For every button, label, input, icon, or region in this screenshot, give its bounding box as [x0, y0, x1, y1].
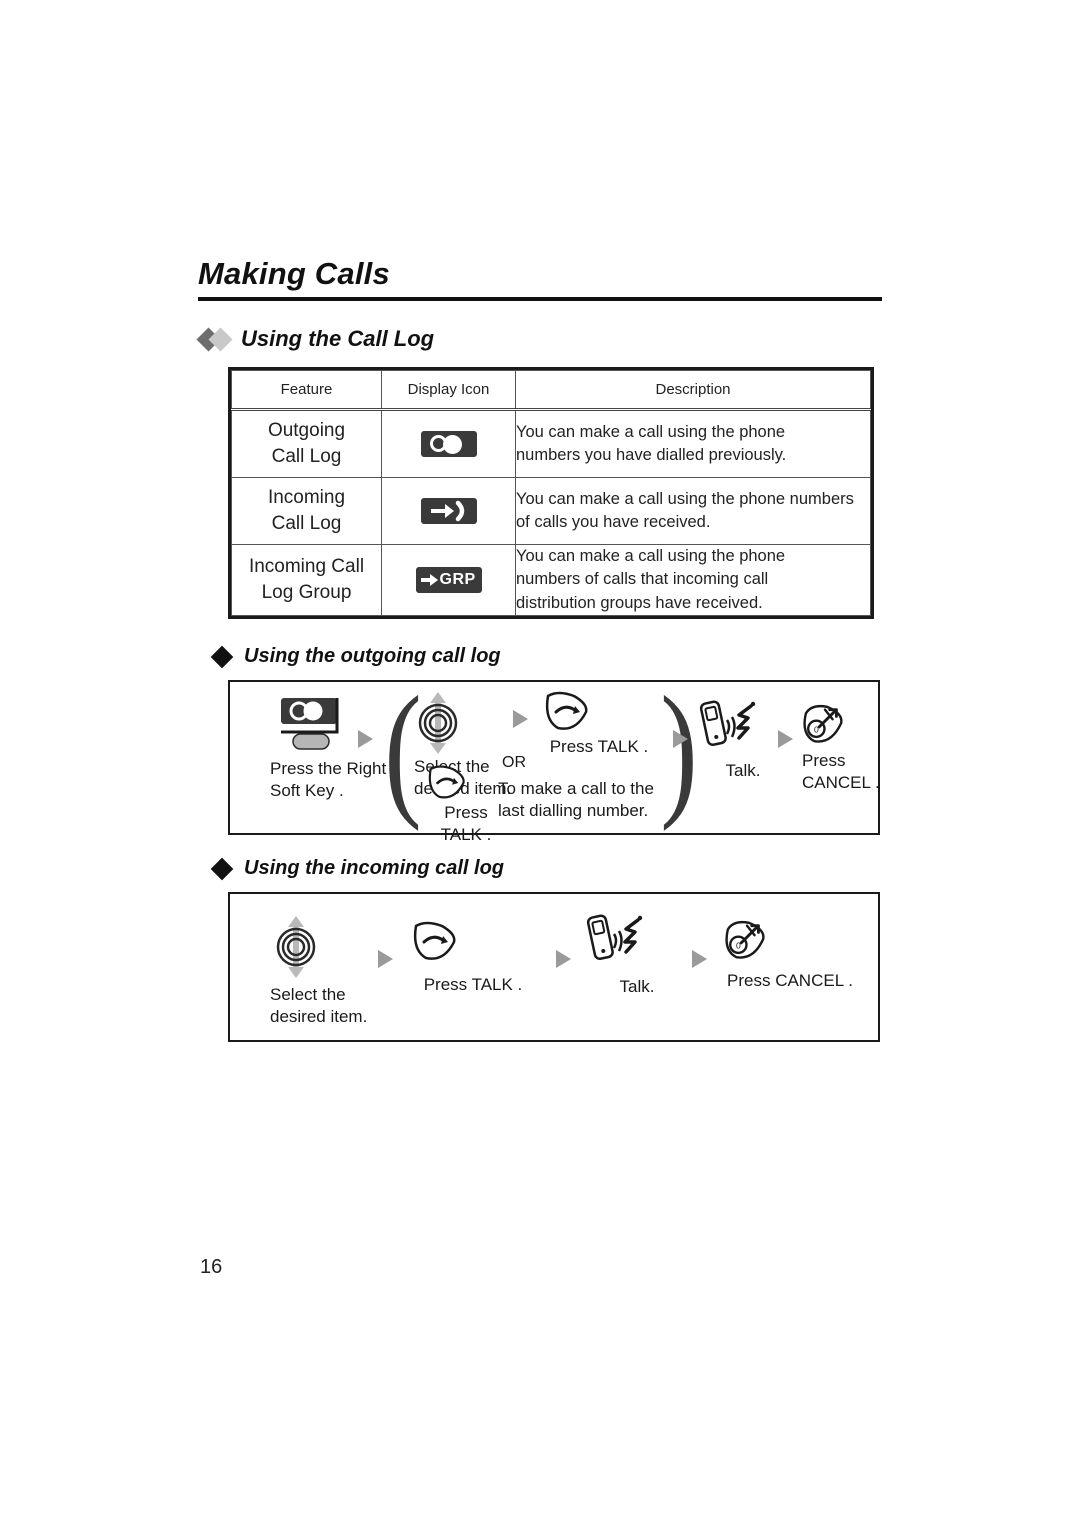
column-header-display-icon: Display Icon: [381, 370, 516, 411]
title-rule: [198, 296, 882, 301]
caption-line-1: Press: [802, 751, 846, 770]
arrow-right-shape: [420, 573, 439, 587]
document-page: Making Calls Using the Call Log Feature …: [0, 0, 1080, 1528]
call-log-table-container: Feature Display Icon Description Outgoin…: [228, 367, 874, 620]
navigator-up-down-icon: [410, 692, 520, 754]
flow-step-press-talk: Press TALK .: [540, 690, 658, 758]
talk-key-icon: [408, 920, 538, 964]
feature-cell: Incoming Call Log: [231, 477, 382, 545]
description-line-2: numbers of calls that incoming call: [516, 570, 769, 589]
table-header-row: Feature Display Icon Description: [231, 370, 871, 411]
description-line-1: You can make a call using the phone numb…: [516, 489, 854, 508]
flow-step-press-cancel: 0 Press CANCEL .: [720, 918, 860, 992]
table-row: Incoming Call Log Group GRP You can make…: [231, 543, 871, 617]
outgoing-call-log-icon: [420, 431, 477, 457]
flow-arrow-icon: [513, 710, 528, 733]
step-caption: Press TALK .: [422, 802, 510, 846]
incoming-call-log-flow-diagram: Select the desired item. Press TALK . Ta…: [228, 892, 880, 1042]
description-line-2: numbers you have dialled previously.: [516, 446, 787, 464]
subsection-heading-label: Using the outgoing call log: [244, 645, 501, 667]
feature-cell: Outgoing Call Log: [231, 409, 382, 478]
subsection-heading-outgoing: Using the outgoing call log: [210, 645, 501, 668]
step-caption: To make a call to the last dialling numb…: [498, 778, 658, 822]
caption-line-1: To make a call to the: [498, 779, 654, 798]
diamond-solid-icon: [210, 857, 234, 880]
caption-line-2: desired item.: [270, 1007, 368, 1027]
table-row: Outgoing Call Log You can make a call us…: [231, 409, 871, 478]
chapter-header: Making Calls: [198, 256, 882, 301]
page-title: Making Calls: [198, 256, 390, 291]
caption-line-2: last dialling number.: [498, 801, 649, 821]
flow-step-press-talk: Press TALK .: [408, 920, 538, 996]
flow-step-talk: Talk.: [695, 698, 791, 782]
group-icon-label: GRP: [439, 571, 476, 589]
table-row: Incoming Call Log You can make a call us…: [231, 477, 871, 545]
page-number: 16: [200, 1256, 223, 1278]
section-heading: Using the Call Log: [196, 326, 435, 352]
feature-cell: Incoming Call Log Group: [231, 543, 382, 617]
talk-key-icon: [422, 764, 510, 802]
navigator-up-down-icon: [268, 916, 388, 978]
description-line-3: distribution groups have received.: [516, 593, 763, 612]
step-caption: Press TALK .: [549, 737, 649, 756]
call-log-table: Feature Display Icon Description Outgoin…: [231, 370, 871, 617]
column-header-description: Description: [515, 370, 871, 411]
flow-arrow-icon: [673, 730, 688, 753]
display-icon-cell: [381, 477, 516, 545]
caption-line-2: TALK .: [440, 825, 492, 845]
feature-line-2: Call Log: [271, 513, 342, 534]
flow-arrow-icon: [778, 730, 793, 753]
step-caption: Press CANCEL .: [798, 750, 894, 794]
caption-line-2: CANCEL .: [802, 773, 880, 793]
talking-handset-icon: [695, 698, 791, 754]
display-icon-cell: [381, 409, 516, 478]
feature-line-1: Outgoing: [267, 419, 346, 441]
caption-line-1: Press: [444, 803, 488, 822]
incoming-call-log-icon: [420, 498, 477, 524]
description-cell: You can make a call using the phone numb…: [515, 477, 871, 545]
flow-note-last-dialling-number: To make a call to the last dialling numb…: [498, 778, 658, 822]
flow-step-select-item: Select the desired item.: [268, 916, 388, 1028]
flow-arrow-icon: [692, 950, 707, 973]
subsection-heading-label: Using the incoming call log: [244, 857, 505, 879]
step-caption: Talk.: [619, 977, 655, 996]
description-line-2: of calls you have received.: [516, 513, 711, 531]
description-line-1: You can make a call using the phone: [516, 422, 786, 441]
column-header-feature: Feature: [231, 370, 382, 411]
incoming-call-log-group-icon: GRP: [415, 567, 482, 594]
flow-arrow-icon: [556, 950, 571, 973]
flow-step-press-talk-last-number: Press TALK .: [422, 764, 510, 846]
flow-step-talk: Talk.: [582, 912, 692, 998]
cancel-key-icon: 0: [720, 918, 860, 962]
talking-handset-icon: [582, 912, 692, 968]
step-caption: Select the desired item.: [268, 984, 388, 1028]
flow-arrow-icon: [358, 730, 373, 753]
flow-step-press-cancel: 0 Press CANCEL .: [798, 702, 894, 794]
caption-line-1: Select the: [270, 985, 346, 1004]
feature-line-1: Incoming: [267, 486, 346, 508]
feature-line-2: Log Group: [261, 582, 352, 604]
description-cell: You can make a call using the phone numb…: [515, 543, 871, 617]
diamond-solid-icon: [210, 645, 234, 668]
section-heading-label: Using the Call Log: [241, 326, 435, 351]
flow-arrow-icon: [378, 950, 393, 973]
step-caption: Talk.: [725, 761, 761, 780]
cancel-key-icon: 0: [798, 702, 894, 746]
description-cell: You can make a call using the phone numb…: [515, 409, 871, 478]
feature-line-2: Call Log: [271, 446, 342, 467]
description-line-1: You can make a call using the phone: [516, 547, 786, 565]
talk-key-icon: [540, 690, 658, 734]
step-caption: Press CANCEL .: [727, 971, 853, 990]
step-caption: Press TALK .: [423, 975, 523, 994]
outgoing-call-log-flow-diagram: Press the Right Soft Key . ( ) Select th…: [228, 674, 880, 844]
feature-line-1: Incoming Call: [248, 555, 365, 577]
subsection-heading-incoming: Using the incoming call log: [210, 857, 505, 880]
circle-filled-shape: [442, 435, 462, 454]
display-icon-cell: GRP: [381, 543, 516, 617]
